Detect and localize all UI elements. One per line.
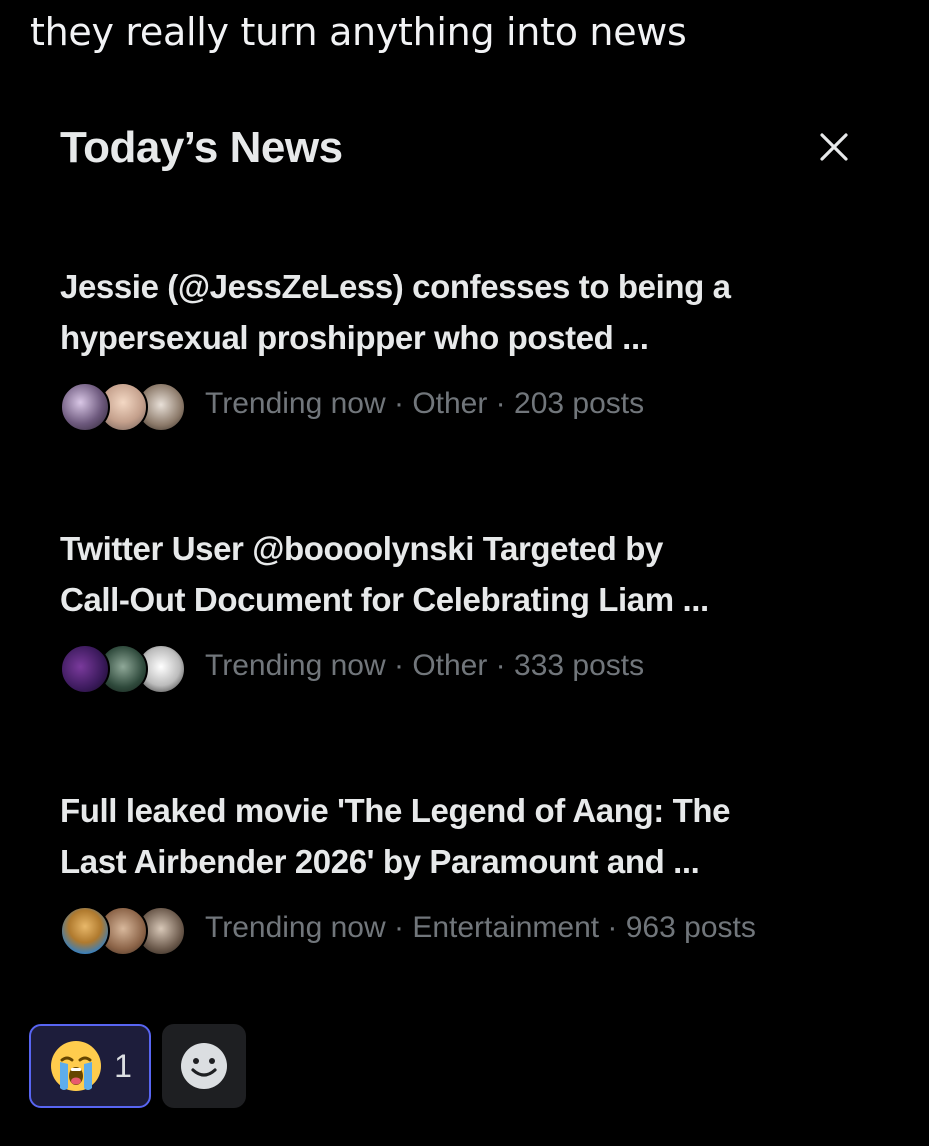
loudly-crying-face-icon — [51, 1041, 102, 1091]
news-item[interactable]: Twitter User @boooolynski Targeted by Ca… — [60, 523, 880, 699]
avatar-group — [60, 382, 190, 432]
avatar — [60, 382, 110, 432]
reaction-count: 1 — [114, 1047, 132, 1084]
panel-title: Today’s News — [60, 123, 343, 172]
add-reaction-button[interactable] — [162, 1024, 246, 1108]
news-headline[interactable]: Full leaked movie 'The Legend of Aang: T… — [60, 785, 880, 887]
avatar — [60, 906, 110, 956]
smiley-add-reaction-icon — [181, 1043, 227, 1089]
message-text: they really turn anything into news — [30, 10, 687, 54]
news-meta: Trending now · Other · 203 posts — [60, 377, 880, 437]
close-button[interactable] — [812, 125, 856, 169]
news-item[interactable]: Full leaked movie 'The Legend of Aang: T… — [60, 785, 880, 961]
close-icon — [820, 133, 848, 161]
news-item[interactable]: Jessie (@JessZeLess) confesses to being … — [60, 261, 880, 437]
news-meta: Trending now · Entertainment · 963 posts — [60, 901, 880, 961]
news-meta: Trending now · Other · 333 posts — [60, 639, 880, 699]
todays-news-panel: Today’s News Jessie (@JessZeLess) confes… — [32, 95, 900, 1000]
avatar-group — [60, 906, 190, 956]
news-headline[interactable]: Jessie (@JessZeLess) confesses to being … — [60, 261, 880, 363]
reaction-chip[interactable]: 1 — [29, 1024, 151, 1108]
avatar-group — [60, 644, 190, 694]
news-headline[interactable]: Twitter User @boooolynski Targeted by Ca… — [60, 523, 880, 625]
avatar — [60, 644, 110, 694]
